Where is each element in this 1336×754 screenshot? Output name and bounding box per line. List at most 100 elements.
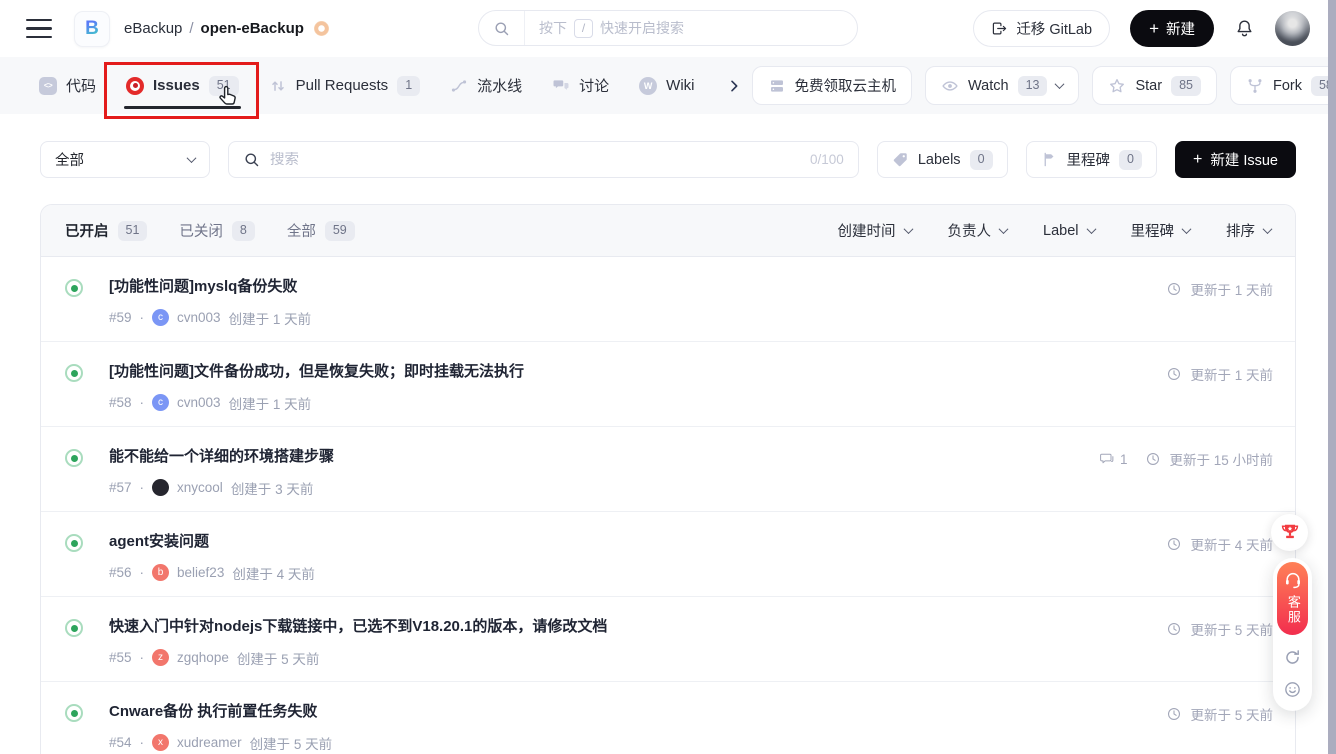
plus-icon: + — [1193, 152, 1202, 168]
issue-created: 创建于 5 天前 — [237, 648, 320, 668]
notifications-bell-icon[interactable] — [1234, 18, 1255, 39]
issue-row[interactable]: [功能性问题]myslq备份失败 #59 · c cvn003 创建于 1 天前… — [41, 257, 1295, 342]
issue-updated: 更新于 1 天前 — [1190, 279, 1273, 299]
issue-meta: #54 · x xudreamer 创建于 5 天前 — [109, 733, 1166, 753]
issue-row[interactable]: 能不能给一个详细的环境搭建步骤 #57 · xnycool 创建于 3 天前 1 — [41, 427, 1295, 512]
fork-button[interactable]: Fork 58 — [1230, 66, 1336, 105]
issue-search-input[interactable] — [270, 152, 800, 168]
issue-row[interactable]: agent安装问题 #56 · b belief23 创建于 4 天前 更新于 … — [41, 512, 1295, 597]
issue-author[interactable]: xnycool — [177, 480, 223, 495]
issue-row[interactable]: Cnware备份 执行前置任务失败 #54 · x xudreamer 创建于 … — [41, 682, 1295, 754]
sort-order-dropdown[interactable]: 排序 — [1226, 220, 1271, 241]
issues-page: 全部 0/100 Labels 0 — [0, 114, 1336, 754]
page-scrollbar[interactable] — [1328, 0, 1336, 754]
chevron-down-icon — [1263, 224, 1273, 234]
issue-author[interactable]: cvn003 — [177, 310, 221, 325]
new-button[interactable]: + 新建 — [1130, 10, 1214, 47]
issue-title[interactable]: [功能性问题]文件备份成功，但是恢复失败；即时挂载无法执行 — [109, 362, 1166, 382]
clock-icon — [1166, 366, 1182, 382]
repo-tabbar: <> 代码 Issues 51 Pull Requests 1 — [0, 57, 1336, 114]
author-avatar[interactable]: c — [152, 309, 169, 326]
state-closed[interactable]: 已关闭 8 — [179, 220, 254, 241]
hamburger-menu-icon[interactable] — [26, 19, 52, 39]
open-issue-icon — [65, 704, 83, 722]
trophy-fab[interactable] — [1271, 514, 1308, 551]
issue-meta: #59 · c cvn003 创建于 1 天前 — [109, 308, 1166, 328]
star-count-badge: 85 — [1171, 76, 1201, 96]
star-button[interactable]: Star 85 — [1092, 66, 1217, 105]
sort-label-dropdown[interactable]: Label — [1043, 223, 1094, 239]
milestone-flag-icon — [1041, 151, 1058, 168]
author-avatar[interactable]: c — [152, 394, 169, 411]
active-tab-underline — [124, 106, 241, 109]
sort-created-dropdown[interactable]: 创建时间 — [838, 220, 912, 241]
new-issue-button[interactable]: + 新建 Issue — [1175, 141, 1296, 178]
labels-button[interactable]: Labels 0 — [877, 141, 1008, 178]
tab-discussion[interactable]: 讨论 — [537, 57, 624, 114]
tab-code[interactable]: <> 代码 — [24, 57, 111, 114]
author-avatar[interactable]: b — [152, 564, 169, 581]
issue-list-header: 已开启 51 已关闭 8 全部 59 创建时间 负责人 — [41, 205, 1295, 257]
tab-wiki[interactable]: W Wiki — [624, 57, 709, 114]
sort-milestone-dropdown[interactable]: 里程碑 — [1131, 220, 1191, 241]
tab-issues[interactable]: Issues 51 — [111, 57, 254, 114]
clock-icon — [1166, 706, 1182, 722]
issue-title[interactable]: [功能性问题]myslq备份失败 — [109, 277, 1166, 297]
customer-service-button[interactable]: 客服 — [1277, 562, 1308, 635]
issue-row[interactable]: [功能性问题]文件备份成功，但是恢复失败；即时挂载无法执行 #58 · c cv… — [41, 342, 1295, 427]
free-cloud-host-button[interactable]: 免费领取云主机 — [752, 66, 913, 105]
user-avatar[interactable] — [1275, 11, 1310, 46]
header-actions: 迁移 GitLab + 新建 — [973, 10, 1310, 47]
clock-icon — [1145, 451, 1161, 467]
issue-title[interactable]: Cnware备份 执行前置任务失败 — [109, 702, 1166, 722]
breadcrumb-org[interactable]: eBackup — [124, 20, 182, 37]
scope-select[interactable]: 全部 — [40, 141, 210, 178]
refresh-icon[interactable] — [1283, 648, 1302, 667]
search-icon — [243, 151, 260, 168]
issue-author[interactable]: cvn003 — [177, 395, 221, 410]
watch-button[interactable]: Watch 13 — [925, 66, 1079, 105]
issue-title[interactable]: agent安装问题 — [109, 532, 1166, 552]
breadcrumb-separator: / — [189, 20, 193, 37]
migrate-gitlab-button[interactable]: 迁移 GitLab — [973, 10, 1110, 47]
search-icon — [479, 11, 525, 45]
sort-assignee-dropdown[interactable]: 负责人 — [948, 220, 1008, 241]
issue-created: 创建于 4 天前 — [232, 563, 315, 583]
breadcrumb-repo[interactable]: open-eBackup — [201, 20, 304, 37]
discussion-icon — [552, 77, 570, 95]
tab-pull-requests[interactable]: Pull Requests 1 — [254, 57, 436, 114]
issue-number: #57 — [109, 480, 132, 495]
issue-title[interactable]: 能不能给一个详细的环境搭建步骤 — [109, 447, 1099, 467]
milestone-count-badge: 0 — [1119, 150, 1142, 170]
issue-updated: 更新于 4 天前 — [1190, 534, 1273, 554]
pipeline-icon — [450, 77, 468, 95]
issues-filter-bar: 全部 0/100 Labels 0 — [40, 141, 1296, 178]
state-all[interactable]: 全部 59 — [287, 220, 355, 241]
repo-badge-icon — [314, 21, 329, 36]
state-open[interactable]: 已开启 51 — [65, 220, 147, 241]
labels-count-badge: 0 — [970, 150, 993, 170]
tabs-overflow-chevron-right-icon[interactable] — [716, 78, 752, 94]
author-avatar[interactable] — [152, 479, 169, 496]
issue-title[interactable]: 快速入门中针对nodejs下载链接中，已选不到V18.20.1的版本，请修改文档 — [109, 617, 1166, 637]
state-tabs: 已开启 51 已关闭 8 全部 59 — [65, 220, 355, 241]
milestone-button[interactable]: 里程碑 0 — [1026, 141, 1157, 178]
issue-author[interactable]: xudreamer — [177, 735, 242, 750]
chevron-down-icon — [1182, 224, 1192, 234]
site-logo[interactable]: B — [74, 11, 110, 47]
smiley-icon[interactable] — [1283, 680, 1302, 699]
author-avatar[interactable]: x — [152, 734, 169, 751]
pull-request-icon — [269, 77, 287, 95]
issue-list-body: [功能性问题]myslq备份失败 #59 · c cvn003 创建于 1 天前… — [41, 257, 1295, 754]
issue-created: 创建于 5 天前 — [250, 733, 333, 753]
issues-icon — [126, 77, 144, 95]
issue-author[interactable]: zgqhope — [177, 650, 229, 665]
issue-row[interactable]: 快速入门中针对nodejs下载链接中，已选不到V18.20.1的版本，请修改文档… — [41, 597, 1295, 682]
issue-meta: #55 · z zgqhope 创建于 5 天前 — [109, 648, 1166, 668]
global-search-input[interactable]: 按下 / 快速开启搜索 — [478, 10, 858, 46]
all-count-badge: 59 — [325, 221, 355, 241]
tab-pipeline[interactable]: 流水线 — [435, 57, 537, 114]
issue-author[interactable]: belief23 — [177, 565, 224, 580]
author-avatar[interactable]: z — [152, 649, 169, 666]
closed-count-badge: 8 — [232, 221, 255, 241]
